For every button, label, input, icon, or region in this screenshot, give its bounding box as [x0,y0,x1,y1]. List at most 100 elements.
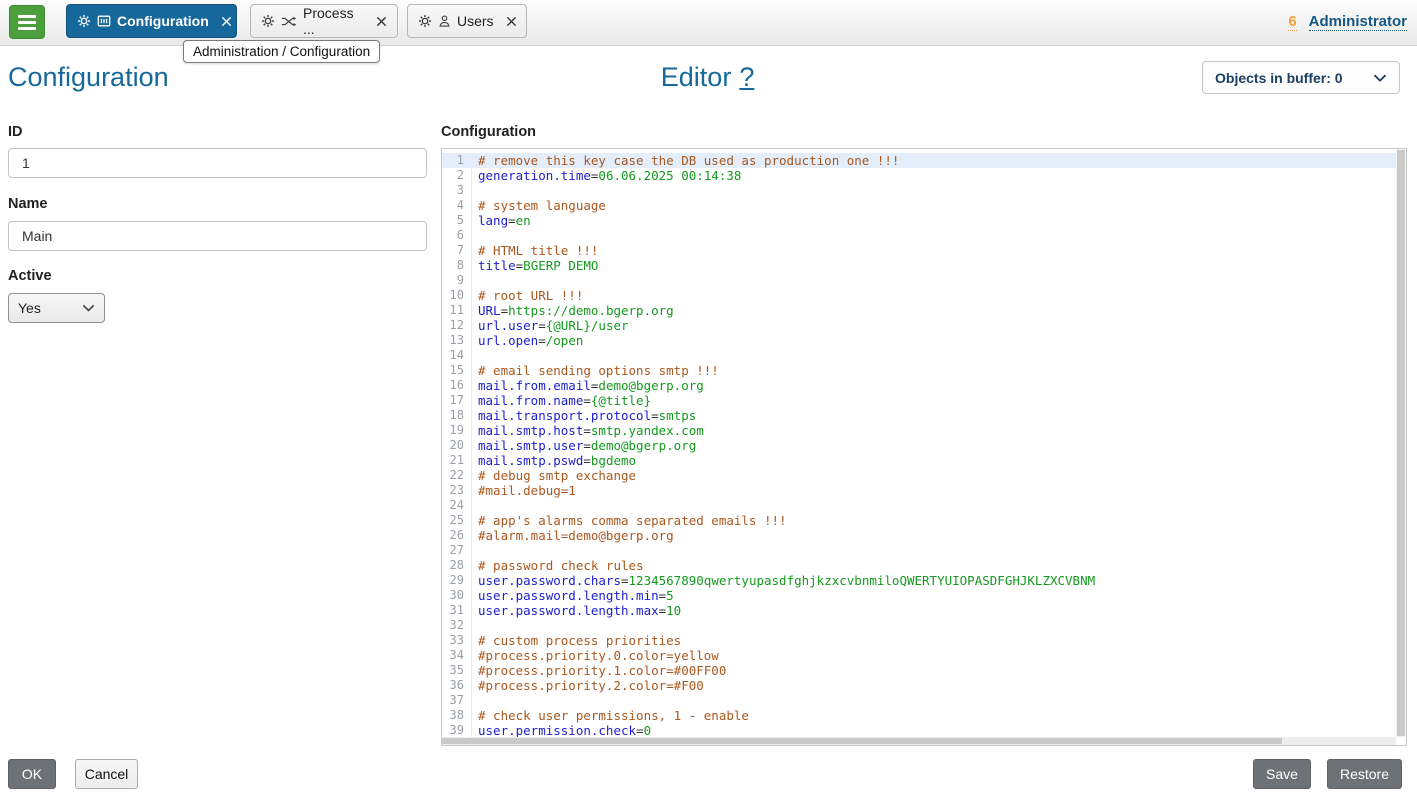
tab-configuration[interactable]: Configuration [66,4,237,38]
current-user-link[interactable]: Administrator [1309,13,1407,31]
tab-users[interactable]: Users [407,4,527,38]
line-number: 26 [442,528,472,543]
code-text: # check user permissions, 1 - enable [472,708,749,723]
id-input[interactable] [8,148,427,178]
code-line[interactable]: 17mail.from.name={@title} [442,393,1396,408]
line-number: 20 [442,438,472,453]
user-area: 6 Administrator [1288,13,1407,31]
code-text: mail.from.name={@title} [472,393,651,408]
cancel-button[interactable]: Cancel [75,759,138,789]
code-text [472,618,478,633]
code-line[interactable]: 34#process.priority.0.color=yellow [442,648,1396,663]
notification-count-badge[interactable]: 6 [1288,13,1296,31]
code-line[interactable]: 21mail.smtp.pswd=bgdemo [442,453,1396,468]
code-text: #mail.debug=1 [472,483,576,498]
tab-label: Process ... [303,5,364,37]
code-line[interactable]: 30user.password.length.min=5 [442,588,1396,603]
code-line[interactable]: 39user.permission.check=0 [442,723,1396,737]
objects-in-buffer-dropdown[interactable]: Objects in buffer: 0 [1202,61,1400,94]
code-line[interactable]: 13url.open=/open [442,333,1396,348]
config-editor-label: Configuration [441,124,536,140]
code-line[interactable]: 10# root URL !!! [442,288,1396,303]
code-text: mail.from.email=demo@bgerp.org [472,378,704,393]
code-line[interactable]: 16mail.from.email=demo@bgerp.org [442,378,1396,393]
code-line[interactable]: 26#alarm.mail=demo@bgerp.org [442,528,1396,543]
line-number: 1 [442,153,472,168]
code-text [472,543,478,558]
code-line[interactable]: 38# check user permissions, 1 - enable [442,708,1396,723]
code-line[interactable]: 6 [442,228,1396,243]
tab-process[interactable]: Process ... [250,4,398,38]
name-input[interactable] [8,221,427,251]
code-line[interactable]: 32 [442,618,1396,633]
code-text: # app's alarms comma separated emails !!… [472,513,787,528]
code-line[interactable]: 9 [442,273,1396,288]
line-number: 36 [442,678,472,693]
line-number: 19 [442,423,472,438]
code-line[interactable]: 29user.password.chars=1234567890qwertyup… [442,573,1396,588]
line-number: 33 [442,633,472,648]
config-code-editor[interactable]: 1# remove this key case the DB used as p… [441,148,1407,746]
editor-horizontal-scrollbar[interactable] [442,737,1396,745]
close-icon[interactable] [376,16,387,27]
code-text: # HTML title !!! [472,243,598,258]
code-line[interactable]: 4# system language [442,198,1396,213]
code-text: user.password.length.min=5 [472,588,674,603]
code-line[interactable]: 22# debug smtp exchange [442,468,1396,483]
code-line[interactable]: 18mail.transport.protocol=smtps [442,408,1396,423]
code-line[interactable]: 8title=BGERP DEMO [442,258,1396,273]
code-text: user.password.length.max=10 [472,603,681,618]
line-number: 25 [442,513,472,528]
code-line[interactable]: 36#process.priority.2.color=#F00 [442,678,1396,693]
code-text: URL=https://demo.bgerp.org [472,303,674,318]
code-line[interactable]: 27 [442,543,1396,558]
code-line[interactable]: 23#mail.debug=1 [442,483,1396,498]
help-link[interactable]: ? [739,62,754,92]
code-line[interactable]: 24 [442,498,1396,513]
main-menu-button[interactable] [9,5,45,39]
close-icon[interactable] [506,16,517,27]
app-root: Configuration Process ... [0,0,1417,805]
code-line[interactable]: 12url.user={@URL}/user [442,318,1396,333]
code-line[interactable]: 3 [442,183,1396,198]
code-line[interactable]: 31user.password.length.max=10 [442,603,1396,618]
line-number: 21 [442,453,472,468]
code-line[interactable]: 37 [442,693,1396,708]
code-line[interactable]: 28# password check rules [442,558,1396,573]
close-icon[interactable] [221,16,232,27]
code-text: url.open=/open [472,333,583,348]
active-label: Active [8,268,52,284]
restore-button[interactable]: Restore [1327,759,1402,789]
line-number: 29 [442,573,472,588]
code-text: title=BGERP DEMO [472,258,598,273]
line-number: 37 [442,693,472,708]
ok-button[interactable]: OK [8,759,56,789]
code-text: mail.transport.protocol=smtps [472,408,696,423]
code-line[interactable]: 1# remove this key case the DB used as p… [442,153,1396,168]
code-line[interactable]: 35#process.priority.1.color=#00FF00 [442,663,1396,678]
line-number: 24 [442,498,472,513]
code-line[interactable]: 11URL=https://demo.bgerp.org [442,303,1396,318]
active-select[interactable]: Yes [8,293,105,323]
line-number: 28 [442,558,472,573]
tab-label: Users [457,13,494,29]
save-button[interactable]: Save [1253,759,1311,789]
code-line[interactable]: 2generation.time=06.06.2025 00:14:38 [442,168,1396,183]
editor-vertical-scrollbar[interactable] [1396,149,1406,737]
code-line[interactable]: 25# app's alarms comma separated emails … [442,513,1396,528]
code-line[interactable]: 5lang=en [442,213,1396,228]
code-line[interactable]: 14 [442,348,1396,363]
code-line[interactable]: 19mail.smtp.host=smtp.yandex.com [442,423,1396,438]
code-lines: 1# remove this key case the DB used as p… [442,149,1396,737]
line-number: 15 [442,363,472,378]
code-line[interactable]: 20mail.smtp.user=demo@bgerp.org [442,438,1396,453]
line-number: 38 [442,708,472,723]
code-line[interactable]: 15# email sending options smtp !!! [442,363,1396,378]
line-number: 3 [442,183,472,198]
code-line[interactable]: 7# HTML title !!! [442,243,1396,258]
page-title: Configuration [8,62,169,93]
code-text [472,693,478,708]
code-text: user.permission.check=0 [472,723,651,737]
code-text: mail.smtp.user=demo@bgerp.org [472,438,696,453]
code-line[interactable]: 33# custom process priorities [442,633,1396,648]
